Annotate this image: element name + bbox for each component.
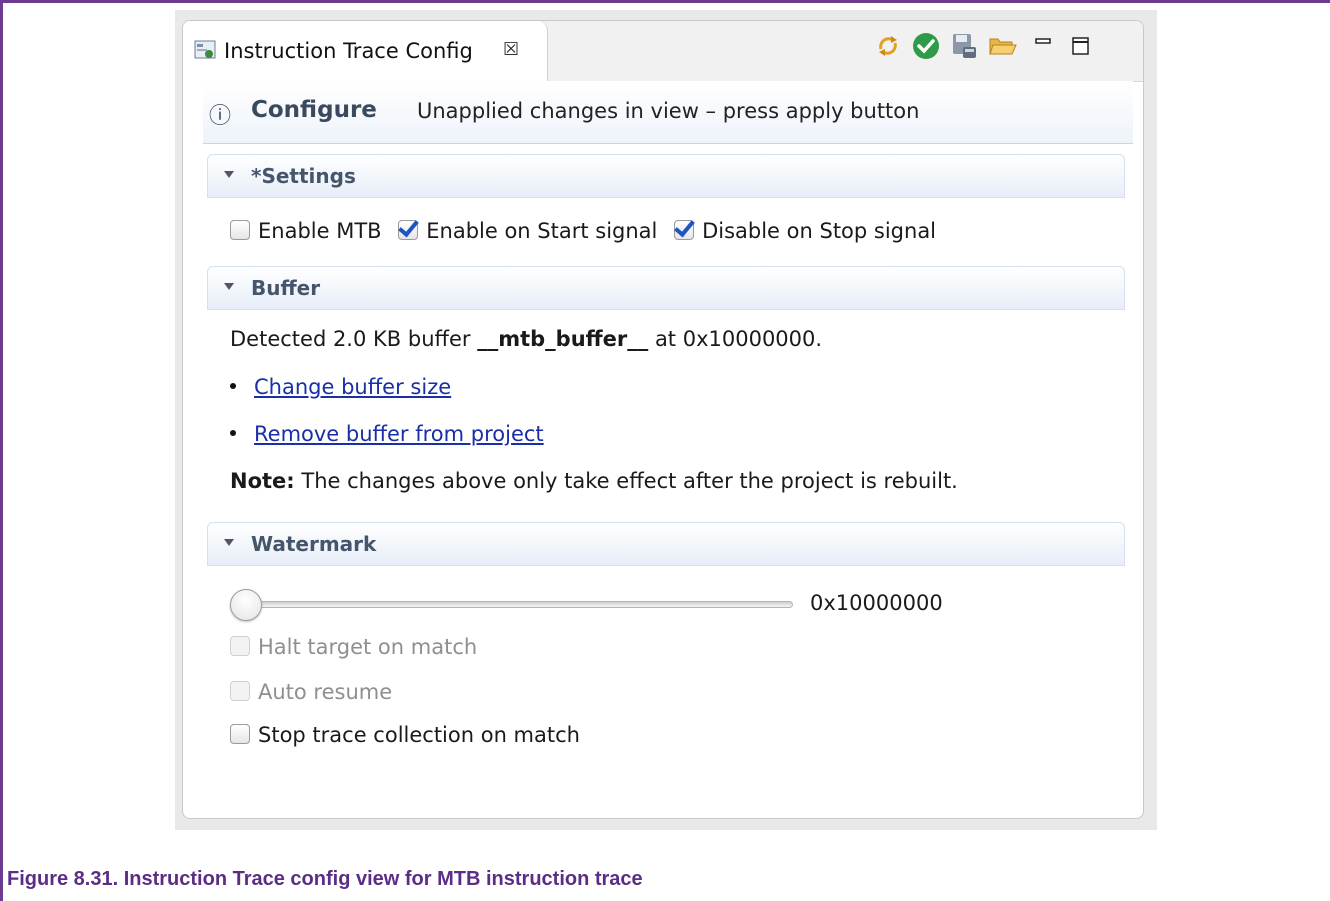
section-title: *Settings	[251, 164, 356, 188]
tab-title: Instruction Trace Config	[224, 39, 473, 63]
close-icon[interactable]: ☒	[503, 39, 519, 60]
enable-mtb-checkbox[interactable]: Enable MTB	[230, 219, 382, 243]
screenshot-area: Instruction Trace Config ☒ ⓘ Configure U…	[175, 10, 1157, 830]
checkbox-label: Stop trace collection on match	[258, 723, 580, 747]
minimize-icon[interactable]	[1028, 31, 1058, 61]
chevron-down-icon[interactable]	[224, 539, 234, 546]
section-title: Watermark	[251, 532, 377, 556]
checkbox-label: Enable MTB	[258, 219, 382, 243]
enable-on-start-checkbox[interactable]: Enable on Start signal	[398, 219, 657, 243]
buffer-detected-text: Detected 2.0 KB buffer __mtb_buffer__ at…	[230, 327, 822, 351]
chevron-down-icon[interactable]	[224, 171, 234, 178]
checkbox-label: Disable on Stop signal	[702, 219, 937, 243]
change-buffer-size-link[interactable]: Change buffer size	[254, 375, 451, 399]
view-toolbar	[873, 31, 1123, 65]
figure-caption: Figure 8.31. Instruction Trace config vi…	[7, 868, 643, 890]
bullet-icon	[230, 383, 236, 389]
checkbox-box[interactable]	[398, 220, 419, 240]
info-icon: ⓘ	[209, 104, 232, 129]
checkbox-box[interactable]	[230, 724, 250, 744]
open-folder-icon[interactable]	[987, 31, 1017, 61]
halt-target-checkbox[interactable]: Halt target on match	[230, 635, 477, 659]
trace-config-icon	[194, 40, 216, 59]
rebuild-note: Note: The changes above only take effect…	[230, 469, 958, 493]
buffer-name: __mtb_buffer__	[477, 327, 649, 351]
apply-check-icon[interactable]	[911, 31, 941, 61]
chevron-down-icon[interactable]	[224, 283, 234, 290]
stop-trace-checkbox[interactable]: Stop trace collection on match	[230, 723, 580, 747]
section-title: Buffer	[251, 276, 321, 300]
detected-suffix: at 0x10000000.	[648, 327, 823, 351]
sync-icon[interactable]	[873, 31, 903, 61]
save-icon[interactable]	[949, 31, 979, 61]
tab-instruction-trace-config[interactable]: Instruction Trace Config ☒	[183, 21, 548, 82]
list-item: Change buffer size	[230, 375, 451, 399]
watermark-slider-track[interactable]	[249, 601, 793, 608]
note-text: The changes above only take effect after…	[294, 469, 958, 493]
section-buffer-header[interactable]: Buffer	[207, 266, 1125, 310]
checkbox-label: Enable on Start signal	[426, 219, 658, 243]
watermark-value: 0x10000000	[810, 591, 943, 615]
auto-resume-checkbox[interactable]: Auto resume	[230, 680, 392, 704]
note-label: Note:	[230, 469, 295, 493]
section-watermark-header[interactable]: Watermark	[207, 522, 1125, 566]
checkbox-label: Halt target on match	[258, 635, 478, 659]
form-title: Configure	[251, 97, 377, 123]
disable-on-stop-checkbox[interactable]: Disable on Stop signal	[674, 219, 936, 243]
bullet-icon	[230, 430, 236, 436]
checkbox-box[interactable]	[674, 220, 695, 240]
detected-prefix: Detected 2.0 KB buffer	[230, 327, 478, 351]
instruction-trace-config-view: Instruction Trace Config ☒ ⓘ Configure U…	[182, 20, 1144, 819]
section-settings-header[interactable]: *Settings	[207, 154, 1125, 198]
tab-strip: Instruction Trace Config ☒	[183, 21, 1143, 82]
checkbox-box[interactable]	[230, 220, 250, 240]
maximize-icon[interactable]	[1065, 31, 1095, 61]
checkbox-label: Auto resume	[258, 680, 393, 704]
settings-checkbox-row: Enable MTB Enable on Start signal Disabl…	[230, 219, 946, 243]
remove-buffer-link[interactable]: Remove buffer from project	[254, 422, 544, 446]
checkbox-box[interactable]	[230, 636, 250, 656]
status-message: Unapplied changes in view – press apply …	[417, 99, 920, 123]
watermark-slider-handle[interactable]	[230, 589, 262, 621]
list-item: Remove buffer from project	[230, 422, 544, 446]
checkbox-box[interactable]	[230, 681, 250, 701]
form-header: ⓘ Configure Unapplied changes in view – …	[203, 81, 1133, 144]
